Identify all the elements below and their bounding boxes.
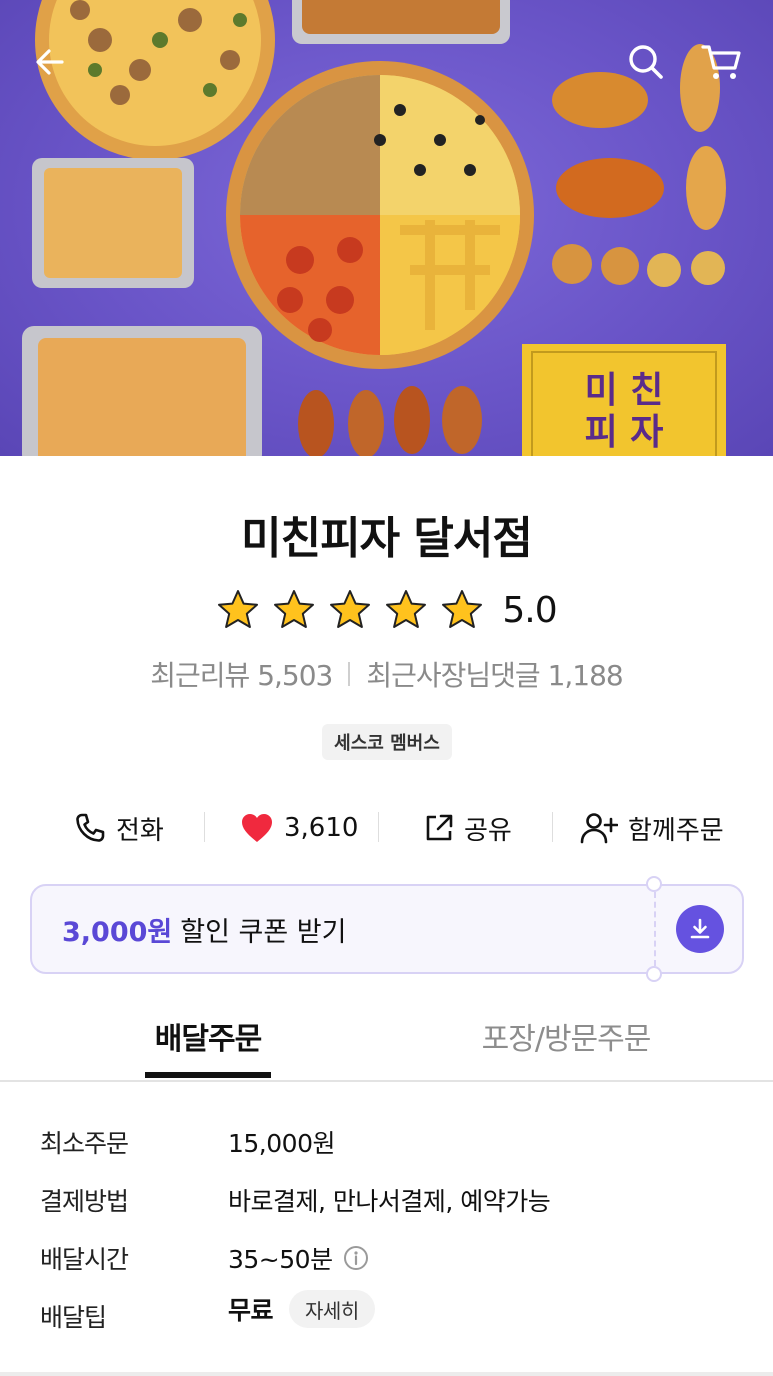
delivery-time-value: 35~50분	[228, 1240, 369, 1276]
min-order-value: 15,000원	[228, 1124, 335, 1160]
active-tab-indicator	[145, 1072, 271, 1078]
like-button[interactable]: 3,610	[240, 800, 358, 856]
discount-coupon-banner[interactable]: 3,000원 할인 쿠폰 받기	[30, 876, 744, 982]
min-order-amount: 15,000원	[228, 1129, 335, 1158]
cart-icon	[701, 45, 741, 79]
star-icon	[274, 590, 315, 628]
rating-value: 5.0	[502, 589, 557, 631]
download-icon	[690, 918, 710, 939]
group-order-button[interactable]: 함께주문	[580, 800, 724, 856]
add-person-icon	[580, 813, 618, 844]
payment-method-label: 결제방법	[40, 1187, 129, 1216]
arrow-left-icon	[36, 49, 64, 75]
coupon-download-button[interactable]	[676, 905, 724, 953]
coupon-perforation	[654, 892, 656, 966]
star-icon	[218, 590, 259, 628]
share-label: 공유	[464, 815, 512, 846]
phone-icon	[76, 813, 105, 842]
cart-button[interactable]	[698, 38, 746, 86]
delivery-tip-label: 배달팁	[40, 1303, 107, 1332]
recent-reviews-count[interactable]: 최근리뷰 5,503	[150, 654, 333, 694]
like-count: 3,610	[284, 813, 359, 843]
owner-replies-count[interactable]: 최근사장님댓글 1,188	[366, 654, 623, 694]
coupon-amount: 3,000원	[62, 916, 173, 948]
heart-icon	[242, 814, 272, 842]
payment-methods: 바로결제, 만나서결제, 예약가능	[228, 1187, 551, 1216]
coupon-label: 할인 쿠폰 받기	[180, 916, 347, 948]
store-name: 미친피자 달서점	[241, 513, 533, 564]
divider	[378, 812, 379, 842]
star-icon	[330, 590, 371, 628]
share-icon	[426, 814, 453, 841]
call-button[interactable]: 전화	[74, 800, 164, 856]
store-page: 미 친 피 자 미친피자 달서점 5.0 최근리뷰 5,503 최근사장님댓글 …	[0, 0, 773, 1376]
section-divider	[0, 1372, 773, 1376]
divider	[348, 662, 351, 686]
info-icon[interactable]	[343, 1245, 369, 1271]
delivery-tip-value: 무료 자세히	[228, 1290, 375, 1328]
delivery-tip-detail-button[interactable]: 자세히	[289, 1290, 375, 1328]
share-button[interactable]: 공유	[424, 800, 512, 856]
search-icon	[629, 45, 663, 79]
tab-divider	[0, 1080, 773, 1082]
back-button[interactable]	[26, 38, 74, 86]
cesco-members-badge: 세스코 멤버스	[322, 724, 452, 760]
coupon-notch	[646, 966, 662, 982]
star-icon	[386, 590, 427, 628]
review-summary[interactable]: 최근리뷰 5,503 최근사장님댓글 1,188	[0, 654, 773, 694]
tab-pickup-order[interactable]: 포장/방문주문	[466, 1014, 666, 1074]
min-order-label: 최소주문	[40, 1129, 129, 1158]
delivery-time: 35~50분	[228, 1245, 333, 1274]
payment-method-value: 바로결제, 만나서결제, 예약가능	[228, 1182, 551, 1218]
box-logo-line-1: 미 친	[585, 370, 664, 411]
delivery-time-label: 배달시간	[40, 1245, 129, 1274]
coupon-text: 3,000원 할인 쿠폰 받기	[62, 886, 346, 972]
rating-row[interactable]: 5.0	[0, 586, 773, 634]
call-label: 전화	[116, 815, 164, 846]
store-hero-image: 미 친 피 자	[0, 0, 773, 456]
group-order-label: 함께주문	[628, 815, 724, 846]
coupon-notch	[646, 876, 662, 892]
search-button[interactable]	[622, 38, 670, 86]
tab-delivery-order[interactable]: 배달주문	[145, 1014, 271, 1074]
star-icon	[442, 590, 483, 628]
box-logo-line-2: 피 자	[585, 412, 664, 453]
divider	[552, 812, 553, 842]
divider	[204, 812, 205, 842]
store-actions: 전화 3,610 공유 함께주문	[0, 800, 773, 856]
delivery-tip: 무료	[228, 1296, 274, 1325]
